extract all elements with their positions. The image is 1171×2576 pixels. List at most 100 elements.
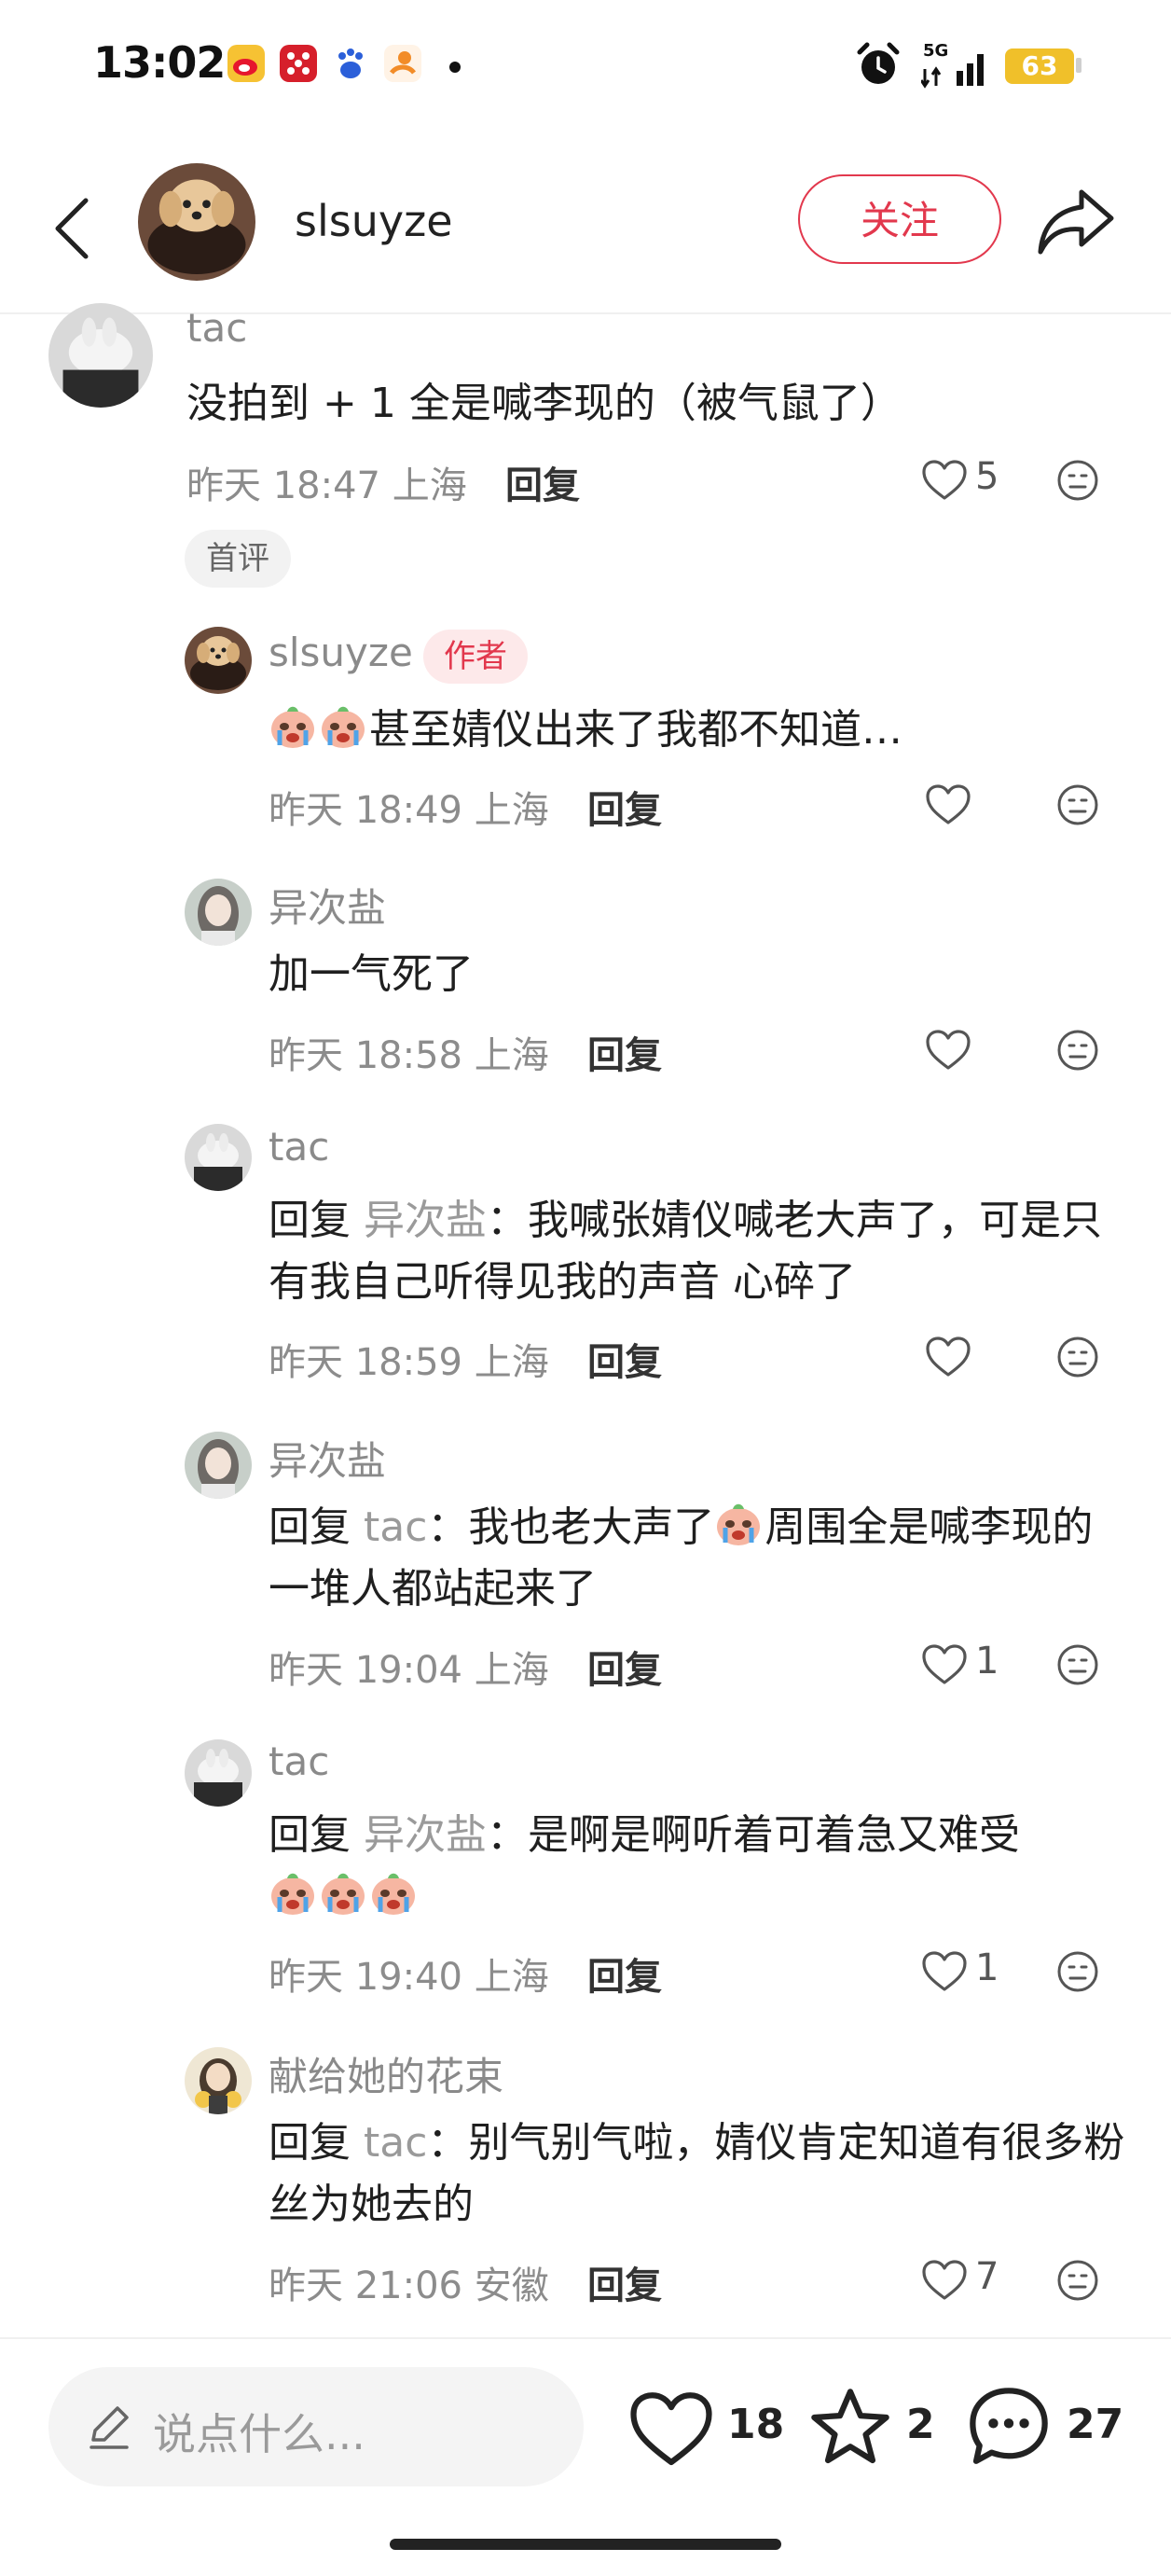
comment-author[interactable]: tac [186, 305, 247, 351]
star-total: 2 [906, 2401, 935, 2448]
dislike-face-icon[interactable] [1055, 1642, 1100, 1687]
first-comment-badge: 首评 [185, 530, 291, 588]
pencil-icon [90, 2406, 129, 2449]
avatar[interactable] [48, 303, 153, 408]
star-icon[interactable] [807, 2386, 893, 2470]
signal-icon [921, 54, 984, 89]
heart-icon[interactable] [628, 2389, 714, 2470]
comment-body-part1: ：我也老大声了 [427, 1503, 715, 1551]
crying-emoji-icon [319, 1869, 367, 1918]
comment-meta: 昨天 21:06 安徽 [269, 2264, 549, 2307]
comment-author[interactable]: tac [269, 1124, 329, 1170]
comment-text: 没拍到 + 1 全是喊李现的（被气鼠了） [186, 380, 902, 427]
reply-to-user[interactable]: tac [364, 2119, 427, 2167]
reply-button[interactable]: 回复 [587, 1332, 662, 1386]
comment-meta: 昨天 18:49 上海 [269, 789, 549, 832]
like-icon[interactable] [921, 1643, 968, 1686]
comment-text: 加一气死了 [269, 950, 474, 998]
reply-to-user[interactable]: 异次盐 [364, 1811, 487, 1859]
reply-prefix: 回复 [269, 2119, 351, 2167]
like-icon[interactable] [925, 1336, 971, 1378]
comment-author[interactable]: 异次盐 [269, 877, 386, 934]
avatar[interactable] [185, 627, 252, 694]
like-count: 1 [975, 1640, 999, 1683]
bottom-action-bar: 说点什么... 18 2 27 [0, 2337, 1171, 2576]
comment-meta: 昨天 18:59 上海 [269, 1341, 549, 1384]
home-indicator[interactable] [390, 2539, 781, 2550]
reply-button[interactable]: 回复 [587, 2255, 662, 2309]
reply-button[interactable]: 回复 [587, 1946, 662, 2001]
baidu-icon [332, 45, 369, 82]
dislike-face-icon[interactable] [1055, 458, 1100, 503]
like-count: 5 [975, 455, 999, 498]
comment-meta: 昨天 18:58 上海 [269, 1034, 549, 1077]
alarm-icon [857, 42, 900, 84]
like-total: 18 [727, 2401, 785, 2448]
status-time: 13:02 [93, 37, 226, 88]
crying-emoji-icon [369, 1869, 418, 1918]
comment-author[interactable]: tac [269, 1738, 329, 1784]
weibo-icon [227, 45, 265, 82]
like-icon[interactable] [925, 1029, 971, 1072]
like-icon[interactable] [921, 459, 968, 502]
comment-body: ：是啊是啊听着可着急又难受 [487, 1811, 1020, 1859]
reply-prefix: 回复 [269, 1197, 351, 1244]
app-red-icon [280, 45, 317, 82]
reply-button[interactable]: 回复 [587, 780, 662, 834]
avatar[interactable] [185, 2047, 252, 2114]
header-avatar[interactable] [138, 163, 255, 281]
reply-button[interactable]: 回复 [587, 1025, 662, 1079]
comment-text: 回复 异次盐：我喊张婧仪喊老大声了，可是只有我自己听得见我的声音 心碎了 [269, 1190, 1126, 1313]
avatar[interactable] [185, 1739, 252, 1807]
dislike-face-icon[interactable] [1055, 2258, 1100, 2303]
crying-emoji-icon [269, 1869, 317, 1918]
crying-emoji-icon [714, 1500, 763, 1548]
dislike-face-icon[interactable] [1055, 1949, 1100, 1994]
author-badge: 作者 [423, 630, 528, 684]
comment-text: 回复 异次盐：是啊是啊听着可着急又难受 [269, 1805, 1126, 1928]
crying-emoji-icon [319, 702, 367, 751]
battery-cap [1076, 58, 1081, 73]
follow-button[interactable]: 关注 [798, 174, 1001, 264]
reply-to-user[interactable]: 异次盐 [364, 1197, 487, 1244]
comment-text: 回复 tac：我也老大声了 周围全是喊李现的 一堆人都站起来了 [269, 1497, 1126, 1620]
reply-to-user[interactable]: tac [364, 1503, 427, 1551]
comment-text: 回复 tac：别气别气啦，婧仪肯定知道有很多粉丝为她去的 [269, 2112, 1136, 2236]
comment-bubble-icon[interactable] [966, 2384, 1052, 2470]
post-header: slsuyze 关注 [0, 154, 1171, 314]
back-button[interactable] [45, 191, 101, 266]
like-count: 1 [975, 1946, 999, 1989]
crying-emoji-icon [269, 702, 317, 751]
comment-input-placeholder[interactable]: 说点什么... [153, 2401, 365, 2462]
avatar[interactable] [185, 879, 252, 946]
dislike-face-icon[interactable] [1055, 1028, 1100, 1073]
comment-body: 甚至婧仪出来了我都不知道… [369, 706, 902, 754]
avatar[interactable] [185, 1432, 252, 1499]
comment-text: 甚至婧仪出来了我都不知道… [269, 699, 1126, 761]
comment-meta: 昨天 18:47 上海 [186, 464, 467, 507]
avatar[interactable] [185, 1124, 252, 1191]
app-orange-icon [384, 45, 421, 82]
like-icon[interactable] [921, 2259, 968, 2302]
like-icon[interactable] [921, 1950, 968, 1993]
comment-author[interactable]: slsuyze [269, 630, 413, 675]
share-icon[interactable] [1037, 187, 1115, 257]
like-count: 7 [975, 2255, 999, 2298]
comment-meta: 昨天 19:04 上海 [269, 1649, 549, 1692]
reply-button[interactable]: 回复 [505, 455, 580, 509]
comment-author[interactable]: 异次盐 [269, 1430, 386, 1487]
header-username[interactable]: slsuyze [295, 196, 453, 246]
status-bar: 13:02 5G 63 [0, 0, 1171, 131]
battery-indicator: 63 [1005, 48, 1074, 84]
notification-dot [449, 62, 461, 73]
like-icon[interactable] [925, 783, 971, 826]
dislike-face-icon[interactable] [1055, 782, 1100, 827]
reply-button[interactable]: 回复 [587, 1640, 662, 1694]
comment-input[interactable]: 说点什么... [48, 2367, 584, 2486]
reply-prefix: 回复 [269, 1811, 351, 1859]
dislike-face-icon[interactable] [1055, 1335, 1100, 1379]
comment-author[interactable]: 献给她的花束 [269, 2045, 503, 2102]
comment-total: 27 [1067, 2401, 1124, 2448]
reply-prefix: 回复 [269, 1503, 351, 1551]
comment-meta: 昨天 19:40 上海 [269, 1956, 549, 1999]
